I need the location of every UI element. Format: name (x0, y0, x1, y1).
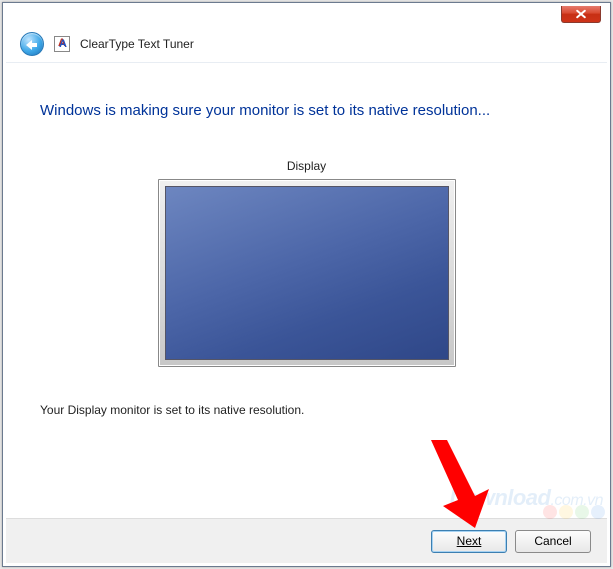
display-label: Display (40, 159, 573, 173)
back-arrow-icon (26, 40, 32, 50)
footer-bar: Next Cancel (6, 518, 607, 563)
titlebar (6, 6, 607, 26)
window-frame: AA ClearType Text Tuner Windows is makin… (2, 2, 611, 567)
content-area: Windows is making sure your monitor is s… (6, 64, 607, 516)
next-button-label: Next (457, 534, 482, 548)
back-button[interactable] (20, 32, 44, 56)
status-text: Your Display monitor is set to its nativ… (40, 403, 573, 417)
monitor-preview[interactable] (158, 179, 456, 367)
close-button[interactable] (561, 6, 601, 23)
app-icon: AA (54, 36, 70, 52)
close-icon (575, 10, 587, 19)
page-heading: Windows is making sure your monitor is s… (40, 102, 573, 119)
window-title: ClearType Text Tuner (80, 37, 194, 51)
monitor-screen (165, 186, 449, 360)
monitor-preview-wrap (40, 179, 573, 367)
next-button[interactable]: Next (431, 530, 507, 553)
header-bar: AA ClearType Text Tuner (6, 26, 607, 63)
cancel-button[interactable]: Cancel (515, 530, 591, 553)
